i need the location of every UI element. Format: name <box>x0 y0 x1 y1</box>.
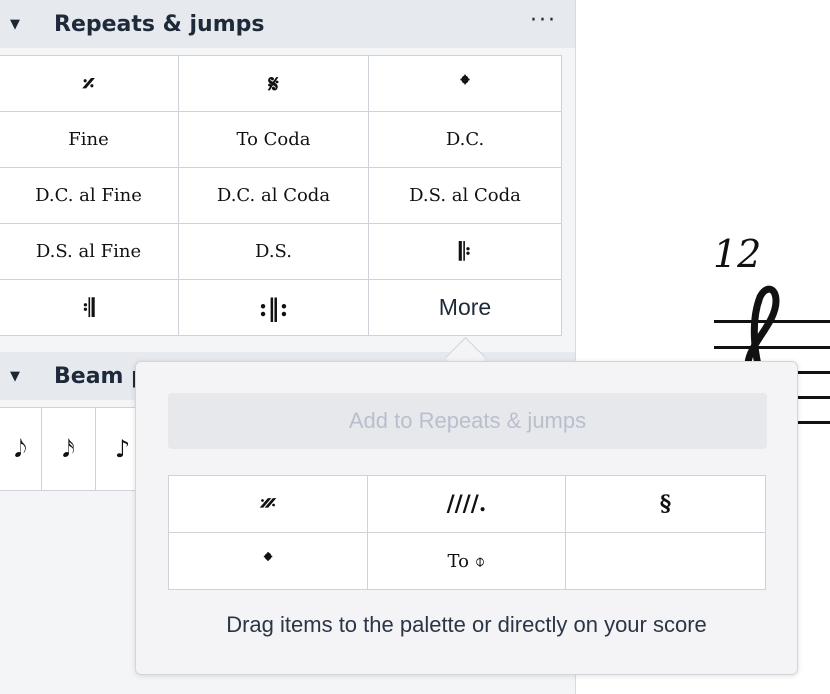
palette-cell-label: D.S. al Coda <box>409 185 521 206</box>
palette-cell-label: 𝄇 <box>82 293 95 322</box>
more-item-cell[interactable]: § <box>565 475 766 533</box>
beam-section-title: Beam p <box>54 363 147 389</box>
palette-cell-label: 𝄆 <box>459 237 471 266</box>
more-button-label: More <box>438 294 492 320</box>
palette-cell[interactable]: 𝄋 <box>178 55 369 112</box>
palette-cell-label: D.S. al Fine <box>35 241 142 262</box>
palette-cell-label: D.C. al Coda <box>216 185 331 206</box>
palette-cell[interactable]: D.S. al Fine <box>0 223 179 280</box>
beam-cell-label: 𝅘𝅥𝅯 <box>62 435 75 463</box>
palette-cell-label: To Coda <box>236 129 311 150</box>
palette-cell[interactable]: 𝄆 <box>368 223 562 280</box>
palette-cell-label: :‖: <box>258 293 289 322</box>
palette-cell[interactable]: D.C. al Fine <box>0 167 179 224</box>
more-item-label: To ⌽ <box>447 550 486 572</box>
palette-cell-label: 𝄎 <box>82 69 95 98</box>
more-item-cell[interactable]: ////. <box>367 475 566 533</box>
more-item-cell[interactable]: 𝄌 <box>168 532 368 590</box>
palette-cell-label: 𝄌 <box>460 69 470 98</box>
palette-cell[interactable]: 𝄇 <box>0 279 179 336</box>
palette-cell[interactable]: Fine <box>0 111 179 168</box>
palette-cell[interactable]: D.S. <box>178 223 369 280</box>
palette-cell-label: D.C. <box>445 129 485 150</box>
repeats-section-title: Repeats & jumps <box>54 11 265 37</box>
palette-cell-label: Fine <box>68 129 109 150</box>
palette-cell-label: D.C. al Fine <box>35 185 142 206</box>
palette-cell[interactable]: D.C. al Coda <box>178 167 369 224</box>
palette-cell-label: 𝄋 <box>268 69 279 98</box>
beam-cell-label: ♪ <box>114 435 131 463</box>
beam-palette-cell[interactable]: 𝅘𝅥𝅯 <box>42 408 96 490</box>
add-to-palette-button[interactable]: Add to Repeats & jumps <box>168 393 767 449</box>
more-item-cell <box>565 532 766 590</box>
popup-hint: Drag items to the palette or directly on… <box>226 612 707 637</box>
palette-cell[interactable]: 𝄌 <box>368 55 562 112</box>
more-options-icon[interactable]: ··· <box>530 8 557 33</box>
more-button[interactable]: More <box>368 279 562 336</box>
more-item-label: § <box>659 491 672 517</box>
collapse-arrow-icon[interactable]: ▼ <box>10 369 20 384</box>
measure-number: 12 <box>713 232 762 276</box>
beam-cell-label: 𝅘𝅥𝅮 <box>14 435 27 463</box>
palette-cell[interactable]: 𝄎 <box>0 55 179 112</box>
more-item-cell[interactable]: To ⌽ <box>367 532 566 590</box>
collapse-arrow-icon[interactable]: ▼ <box>10 17 20 32</box>
repeats-section-header[interactable]: ▼ Repeats & jumps ··· <box>0 0 575 48</box>
palette-cell[interactable]: D.S. al Coda <box>368 167 562 224</box>
palette-cell[interactable]: :‖: <box>178 279 369 336</box>
more-popup: Add to Repeats & jumps 𝄏 ////. § 𝄌 To ⌽ Drag… <box>135 361 798 675</box>
palette-cell[interactable]: D.C. <box>368 111 562 168</box>
more-item-label: ////. <box>446 491 487 517</box>
more-item-label: 𝄏 <box>260 491 276 517</box>
palette-cell[interactable]: To Coda <box>178 111 369 168</box>
more-item-cell[interactable]: 𝄏 <box>168 475 368 533</box>
beam-palette-cell[interactable]: 𝅘𝅥𝅮 <box>0 408 42 490</box>
palette-cell-label: D.S. <box>255 241 292 262</box>
more-item-label: 𝄌 <box>264 548 272 574</box>
